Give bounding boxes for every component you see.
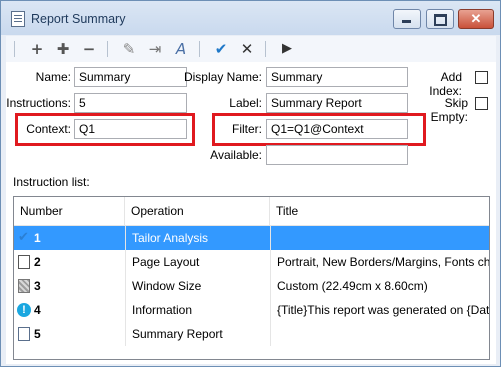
column-header-title[interactable]: Title [270, 197, 489, 225]
report-summary-window: Report Summary ✕ + ✚ − ✎ ⇥ A ✔ ✕ ▶ Name:… [0, 0, 501, 367]
list-item[interactable]: 3 Window Size Custom (22.49cm x 8.60cm) [14, 274, 489, 298]
title-bar[interactable]: Report Summary ✕ [1, 1, 500, 35]
column-header-number[interactable]: Number [14, 197, 125, 225]
spell-check-button[interactable]: A [170, 39, 192, 59]
list-item-number: 4 [34, 303, 41, 317]
column-header-operation[interactable]: Operation [125, 197, 270, 225]
context-label: Context: [26, 122, 71, 136]
window-title: Report Summary [31, 12, 126, 26]
display-name-label: Display Name: [183, 70, 262, 84]
list-item-operation: Page Layout [125, 250, 270, 274]
skip-empty-checkbox[interactable] [475, 97, 488, 110]
list-item-title: Portrait, New Borders/Margins, Fonts ch.… [270, 250, 489, 274]
name-label: Name: [35, 70, 71, 84]
add-button[interactable]: + [26, 39, 48, 59]
instructions-field[interactable] [74, 93, 187, 113]
list-item[interactable]: ✔ 1 Tailor Analysis [14, 226, 489, 250]
run-button[interactable]: ▶ [276, 39, 298, 59]
toolbar-separator [199, 41, 200, 57]
list-item-title [270, 226, 489, 250]
list-item-number: 1 [34, 231, 41, 245]
available-label: Available: [210, 148, 262, 162]
add-index-checkbox[interactable] [475, 71, 488, 84]
close-button[interactable]: ✕ [458, 9, 494, 29]
toolbar-separator [265, 41, 266, 57]
context-field[interactable] [74, 119, 187, 139]
skip-empty-label: Skip Empty: [430, 96, 468, 124]
list-item-title: {Title}This report was generated on {Dat… [270, 298, 489, 322]
remove-button[interactable]: − [78, 39, 100, 59]
label-field[interactable] [266, 93, 408, 113]
list-item-operation: Window Size [125, 274, 270, 298]
move-button[interactable]: ⇥ [144, 39, 166, 59]
toolbar: + ✚ − ✎ ⇥ A ✔ ✕ ▶ [6, 36, 496, 63]
list-item[interactable]: 2 Page Layout Portrait, New Borders/Marg… [14, 250, 489, 274]
list-item-operation: Information [125, 298, 270, 322]
display-name-field[interactable] [266, 67, 408, 87]
list-item-title [270, 322, 489, 346]
list-item-number: 2 [34, 255, 41, 269]
instruction-list[interactable]: Number Operation Title ✔ 1 Tailor Analys… [13, 196, 490, 360]
list-item[interactable]: ! 4 Information {Title}This report was g… [14, 298, 489, 322]
list-header: Number Operation Title [14, 197, 489, 226]
edit-button[interactable]: ✎ [118, 39, 140, 59]
list-item[interactable]: 5 Summary Report [14, 322, 489, 346]
report-icon [11, 11, 25, 27]
filter-field[interactable] [266, 119, 408, 139]
cancel-button[interactable]: ✕ [236, 39, 258, 59]
list-item-title: Custom (22.49cm x 8.60cm) [270, 274, 489, 298]
list-item-number: 3 [34, 279, 41, 293]
available-field[interactable] [266, 145, 408, 165]
toolbar-separator [14, 41, 15, 57]
name-field[interactable] [74, 67, 187, 87]
toolbar-separator [107, 41, 108, 57]
minimize-button[interactable] [393, 9, 421, 29]
instructions-label: Instructions: [6, 96, 71, 110]
list-item-number: 5 [34, 327, 41, 341]
add-child-button[interactable]: ✚ [52, 39, 74, 59]
form-panel: Name: Display Name: Add Index: Instructi… [6, 62, 496, 364]
minimize-icon [402, 20, 411, 23]
filter-label: Filter: [232, 122, 262, 136]
maximize-button[interactable] [426, 9, 454, 29]
add-index-label: Add Index: [429, 70, 462, 98]
instruction-list-label: Instruction list: [13, 175, 90, 189]
list-item-operation: Tailor Analysis [125, 226, 270, 250]
accept-button[interactable]: ✔ [210, 39, 232, 59]
maximize-icon [434, 14, 447, 26]
close-icon: ✕ [470, 11, 482, 26]
label-label: Label: [229, 96, 262, 110]
list-item-operation: Summary Report [125, 322, 270, 346]
